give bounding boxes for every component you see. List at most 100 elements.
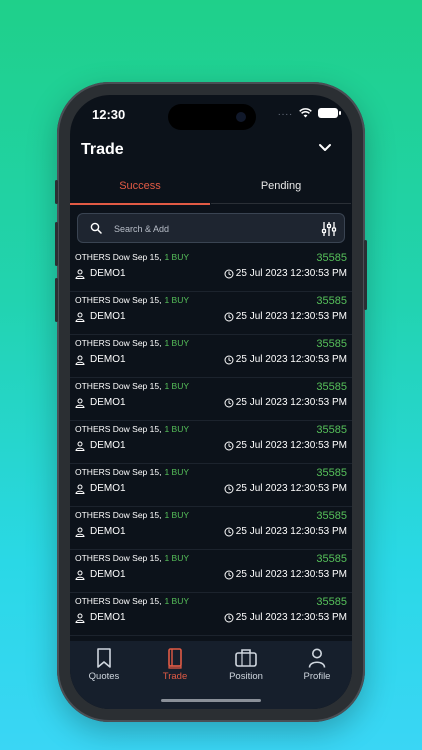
trade-instrument: OTHERS Dow Sep 15,	[75, 596, 162, 606]
trade-price: 35585	[316, 381, 347, 393]
trade-row[interactable]: OTHERS Dow Sep 15, 1 BUY 35585 DEMO1 25 J…	[70, 464, 352, 507]
trade-instrument: OTHERS Dow Sep 15,	[75, 381, 162, 391]
trade-side: 1 BUY	[164, 510, 190, 520]
trade-instrument: OTHERS Dow Sep 15,	[75, 424, 162, 434]
trade-price: 35585	[316, 510, 347, 522]
search-input[interactable]	[112, 220, 316, 238]
nav-trade[interactable]: Trade	[145, 647, 205, 682]
trade-account: DEMO1	[90, 311, 126, 322]
trade-account: DEMO1	[90, 569, 126, 580]
nav-quotes-label: Quotes	[88, 671, 120, 682]
trade-row[interactable]: OTHERS Dow Sep 15, 1 BUY 35585 DEMO1 25 J…	[70, 378, 352, 421]
book-icon	[168, 648, 182, 669]
trade-row[interactable]: OTHERS Dow Sep 15, 1 BUY 35585 DEMO1 25 J…	[70, 292, 352, 335]
trade-row[interactable]: OTHERS Dow Sep 15, 1 BUY 35585 DEMO1 25 J…	[70, 550, 352, 593]
chevron-down-icon[interactable]	[318, 143, 332, 153]
nav-position[interactable]: Position	[216, 647, 276, 682]
trade-datetime: 25 Jul 2023 12:30:53 PM	[235, 569, 347, 580]
trade-instrument-line: OTHERS Dow Sep 15, 1 BUY	[75, 553, 189, 563]
user-icon	[75, 441, 85, 451]
nav-trade-label: Trade	[162, 671, 188, 682]
trade-account-line: DEMO1	[75, 354, 126, 365]
trade-datetime: 25 Jul 2023 12:30:53 PM	[235, 311, 347, 322]
clock-icon	[224, 613, 234, 622]
trade-list: OTHERS Dow Sep 15, 1 BUY 35585 DEMO1 25 J…	[70, 249, 352, 636]
signal-dots: ....	[277, 107, 293, 118]
trade-datetime: 25 Jul 2023 12:30:53 PM	[235, 440, 347, 451]
trade-time-line: 25 Jul 2023 12:30:53 PM	[224, 612, 347, 623]
trade-instrument-line: OTHERS Dow Sep 15, 1 BUY	[75, 596, 189, 606]
trade-datetime: 25 Jul 2023 12:30:53 PM	[235, 483, 347, 494]
trade-instrument: OTHERS Dow Sep 15,	[75, 338, 162, 348]
person-icon	[308, 648, 326, 668]
trade-account-line: DEMO1	[75, 268, 126, 279]
search-icon	[90, 222, 102, 234]
trade-side: 1 BUY	[164, 252, 190, 262]
trade-account: DEMO1	[90, 397, 126, 408]
trade-account: DEMO1	[90, 526, 126, 537]
trade-price: 35585	[316, 295, 347, 307]
trade-account-line: DEMO1	[75, 311, 126, 322]
user-icon	[75, 398, 85, 408]
trade-instrument-line: OTHERS Dow Sep 15, 1 BUY	[75, 338, 189, 348]
clock-icon	[224, 441, 234, 450]
user-icon	[75, 484, 85, 494]
sliders-icon[interactable]	[320, 220, 338, 238]
phone-volume-up	[55, 222, 58, 266]
user-icon	[75, 527, 85, 537]
trade-price: 35585	[316, 252, 347, 264]
trade-instrument-line: OTHERS Dow Sep 15, 1 BUY	[75, 295, 189, 305]
app-screen: 12:30 .... Trade Success Pending Search …	[70, 95, 352, 709]
nav-quotes[interactable]: Quotes	[74, 647, 134, 682]
phone-power-button	[364, 240, 367, 310]
trade-side: 1 BUY	[164, 553, 190, 563]
nav-profile[interactable]: Profile	[287, 647, 347, 682]
trade-account-line: DEMO1	[75, 440, 126, 451]
trade-price: 35585	[316, 424, 347, 436]
trade-side: 1 BUY	[164, 424, 190, 434]
trade-time-line: 25 Jul 2023 12:30:53 PM	[224, 483, 347, 494]
trade-row[interactable]: OTHERS Dow Sep 15, 1 BUY 35585 DEMO1 25 J…	[70, 593, 352, 636]
trade-row[interactable]: OTHERS Dow Sep 15, 1 BUY 35585 DEMO1 25 J…	[70, 249, 352, 292]
tab-bar: Success Pending	[70, 173, 352, 205]
bookmark-icon	[97, 648, 111, 668]
clock-icon	[224, 312, 234, 321]
trade-time-line: 25 Jul 2023 12:30:53 PM	[224, 354, 347, 365]
trade-account: DEMO1	[90, 440, 126, 451]
tab-pending[interactable]: Pending	[211, 173, 351, 204]
page-title: Trade	[81, 141, 124, 158]
trade-side: 1 BUY	[164, 381, 190, 391]
wifi-icon	[299, 107, 312, 117]
trade-price: 35585	[316, 553, 347, 565]
status-bar: 12:30 ....	[70, 95, 352, 135]
trade-account: DEMO1	[90, 354, 126, 365]
trade-instrument-line: OTHERS Dow Sep 15, 1 BUY	[75, 252, 189, 262]
trade-instrument-line: OTHERS Dow Sep 15, 1 BUY	[75, 467, 189, 477]
clock-icon	[224, 570, 234, 579]
camera-icon	[236, 112, 246, 122]
trade-side: 1 BUY	[164, 295, 190, 305]
trade-datetime: 25 Jul 2023 12:30:53 PM	[235, 354, 347, 365]
trade-datetime: 25 Jul 2023 12:30:53 PM	[235, 397, 347, 408]
user-icon	[75, 312, 85, 322]
trade-side: 1 BUY	[164, 596, 190, 606]
trade-account: DEMO1	[90, 483, 126, 494]
user-icon	[75, 570, 85, 580]
search-bar	[77, 213, 345, 243]
trade-row[interactable]: OTHERS Dow Sep 15, 1 BUY 35585 DEMO1 25 J…	[70, 335, 352, 378]
trade-instrument: OTHERS Dow Sep 15,	[75, 510, 162, 520]
trade-row[interactable]: OTHERS Dow Sep 15, 1 BUY 35585 DEMO1 25 J…	[70, 507, 352, 550]
trade-side: 1 BUY	[164, 467, 190, 477]
phone-side-button	[55, 180, 58, 204]
tab-success[interactable]: Success	[70, 173, 210, 205]
briefcase-icon	[235, 649, 257, 667]
phone-volume-down	[55, 278, 58, 322]
trade-account-line: DEMO1	[75, 612, 126, 623]
clock-icon	[224, 484, 234, 493]
trade-row[interactable]: OTHERS Dow Sep 15, 1 BUY 35585 DEMO1 25 J…	[70, 421, 352, 464]
trade-price: 35585	[316, 596, 347, 608]
trade-instrument: OTHERS Dow Sep 15,	[75, 252, 162, 262]
app-header: Trade	[70, 135, 352, 169]
clock-icon	[224, 355, 234, 364]
trade-time-line: 25 Jul 2023 12:30:53 PM	[224, 268, 347, 279]
